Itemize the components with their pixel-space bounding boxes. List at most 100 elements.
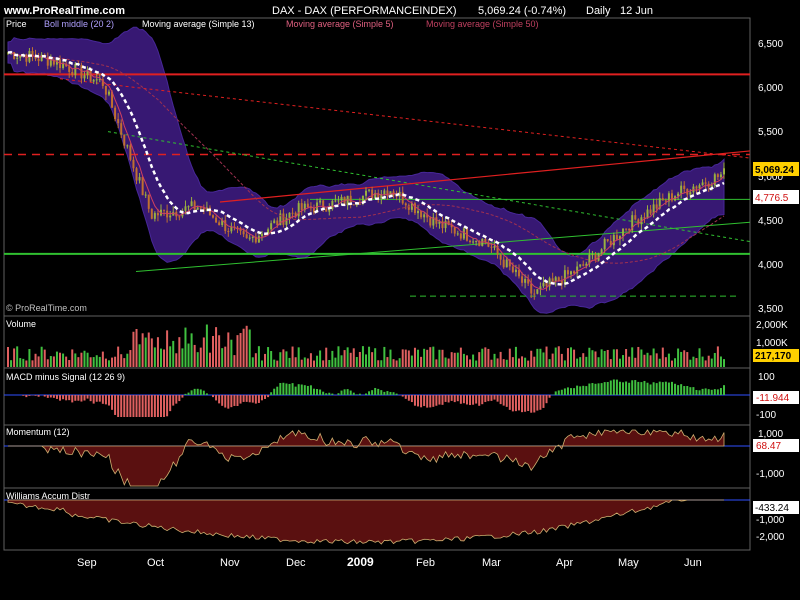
macd-bar xyxy=(423,395,426,407)
macd-bar xyxy=(65,395,68,401)
macd-bar xyxy=(435,395,438,406)
macd-bar xyxy=(591,383,594,395)
period-label: Daily xyxy=(586,5,611,17)
volume-bar xyxy=(612,349,615,367)
candle-body xyxy=(628,228,631,231)
macd-bar xyxy=(163,395,166,417)
volume-bar xyxy=(628,356,631,367)
macd-bar xyxy=(447,395,450,403)
legend-boll: Boll middle (20 2) xyxy=(44,19,114,29)
volume-bar xyxy=(392,359,395,367)
candle-body xyxy=(114,107,117,120)
williams-tick: -2,000 xyxy=(756,532,785,543)
volume-bar xyxy=(631,347,634,367)
volume-bar xyxy=(68,360,71,367)
volume-bar xyxy=(123,358,126,367)
volume-bar xyxy=(478,352,481,367)
volume-bar xyxy=(178,337,181,367)
macd-bar xyxy=(172,395,175,406)
macd-bar xyxy=(527,395,530,412)
macd-bar xyxy=(429,395,432,408)
volume-bar xyxy=(444,357,447,367)
macd-bar xyxy=(475,395,478,404)
site-title[interactable]: www.ProRealTime.com xyxy=(3,5,125,17)
candle-body xyxy=(325,208,328,212)
macd-bar xyxy=(285,383,288,395)
volume-bar xyxy=(331,350,334,367)
macd-bar xyxy=(453,395,456,403)
macd-bar xyxy=(374,387,377,395)
volume-bar xyxy=(104,358,107,367)
volume-bar xyxy=(557,346,560,367)
macd-bar xyxy=(25,395,28,398)
volume-bar xyxy=(533,356,536,367)
bollinger-band-area xyxy=(7,26,725,314)
macd-bar xyxy=(542,395,545,408)
macd-bar xyxy=(205,393,208,395)
volume-bar xyxy=(77,357,80,367)
macd-bar xyxy=(719,388,722,395)
candle-body xyxy=(126,145,129,147)
price-axis: 6,500 6,000 5,500 5,000 4,500 4,000 3,50… xyxy=(758,39,783,315)
price-tick: 4,500 xyxy=(758,216,783,227)
macd-bar xyxy=(156,395,159,417)
macd-bar xyxy=(309,385,312,395)
volume-bar xyxy=(374,348,377,367)
macd-bar xyxy=(46,395,49,398)
volume-bar xyxy=(114,356,117,367)
candle-body xyxy=(193,201,196,210)
macd-bar xyxy=(606,381,609,395)
macd-bar xyxy=(123,395,126,417)
candle-body xyxy=(514,269,517,273)
volume-bar xyxy=(398,358,401,367)
volume-bar xyxy=(517,358,520,367)
candle-body xyxy=(542,282,545,287)
macd-bar xyxy=(536,395,539,411)
volume-bar xyxy=(230,339,233,367)
volume-bar xyxy=(435,359,438,367)
candle-body xyxy=(603,239,606,250)
macd-bar xyxy=(28,395,31,396)
macd-bar xyxy=(557,390,560,395)
candle-body xyxy=(420,210,423,218)
volume-bar xyxy=(251,357,254,367)
candle-body xyxy=(365,190,367,196)
volume-bar xyxy=(303,357,306,367)
macd-bar xyxy=(343,389,346,395)
volume-bar xyxy=(270,351,273,367)
volume-bar xyxy=(322,360,325,367)
volume-bar xyxy=(377,360,380,367)
macd-bar xyxy=(215,395,218,401)
candle-body xyxy=(695,186,698,189)
volume-bar xyxy=(582,353,585,367)
macd-bar xyxy=(514,395,517,412)
macd-bar xyxy=(233,395,236,406)
volume-bar xyxy=(181,348,184,367)
candle-body xyxy=(704,182,707,184)
macd-bar xyxy=(683,386,686,395)
candle-body xyxy=(649,209,652,214)
volume-bar xyxy=(312,360,315,367)
candle-body xyxy=(199,207,202,209)
volume-bar xyxy=(37,356,40,367)
volume-bar xyxy=(153,347,156,367)
macd-bar xyxy=(622,382,625,395)
macd-bar xyxy=(291,383,294,395)
macd-bar xyxy=(710,389,713,395)
volume-bar xyxy=(166,330,169,367)
volume-bar xyxy=(643,354,646,367)
volume-bar xyxy=(52,356,55,367)
volume-bar xyxy=(328,360,331,367)
candle-body xyxy=(282,213,285,225)
candle-body xyxy=(417,210,420,214)
candle-body xyxy=(319,200,322,203)
volume-bar xyxy=(680,351,683,367)
volume-bar xyxy=(34,353,37,367)
macd-bar xyxy=(306,385,309,395)
volume-bar xyxy=(233,355,236,367)
volume-bar xyxy=(723,359,725,367)
macd-title: MACD minus Signal (12 26 9) xyxy=(6,372,125,382)
candle-body xyxy=(591,254,594,256)
candle-body xyxy=(187,206,190,208)
macd-bar xyxy=(101,395,104,404)
